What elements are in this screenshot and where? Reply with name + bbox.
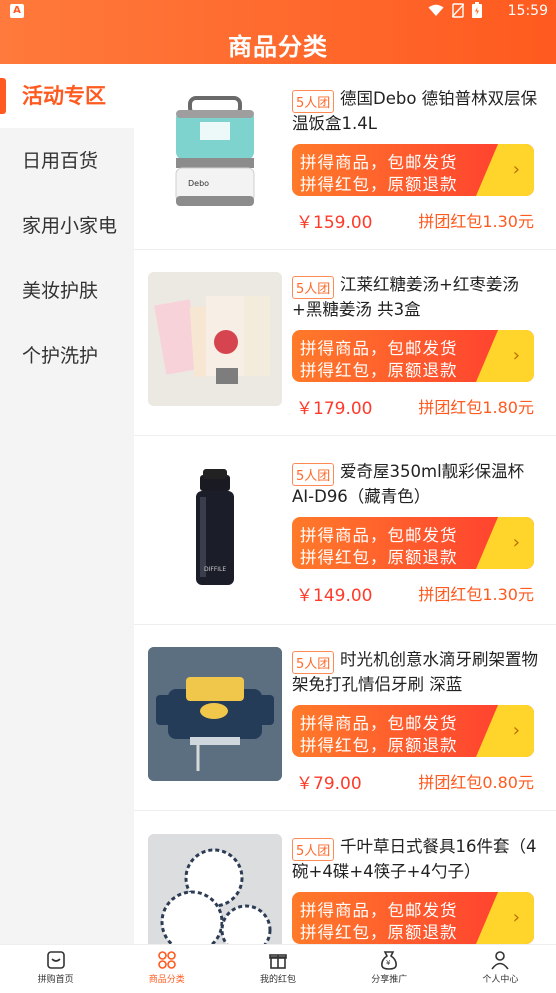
group-buy-promo-button[interactable]: 拼得商品，包邮发货 拼得红包，原额退款 › (292, 892, 534, 944)
wifi-icon (428, 4, 444, 16)
sidebar-item-label: 活动专区 (22, 84, 106, 108)
svg-text:¥: ¥ (386, 959, 391, 967)
status-time: 15:59 (507, 3, 548, 19)
promo-yellow-tab (476, 892, 534, 944)
product-image-tableware[interactable] (148, 834, 282, 944)
user-icon (491, 951, 510, 970)
svg-text:Debo: Debo (188, 179, 209, 188)
promo-yellow-tab (476, 705, 534, 757)
product-list: Debo 德国Debo 德铂普林双层保温饭盒1.4L 5人团 拼得商品，包邮发货… (134, 64, 556, 944)
group-size-badge: 5人团 (292, 276, 335, 299)
group-red-packet: 拼团红包1.30元 (418, 585, 534, 604)
status-icons (428, 2, 482, 18)
nav-item-share[interactable]: ¥ 分享推广 (334, 945, 445, 993)
share-bag-icon: ¥ (381, 951, 398, 970)
promo-line-1: 拼得商品，包邮发货 (300, 526, 458, 545)
category-sidebar: 活动专区 日用百货 家用小家电 美妆护肤 个护洗护 (0, 64, 134, 944)
group-size-badge: 5人团 (292, 463, 335, 486)
chevron-right-icon: › (512, 907, 520, 928)
sidebar-item-daily-goods[interactable]: 日用百货 (0, 129, 134, 193)
page-title: 商品分类 (228, 33, 328, 61)
product-card[interactable]: DIFFILE 爱奇屋350ml靓彩保温杯AI-D96（藏青色） 5人团 拼得商… (134, 437, 556, 625)
chevron-right-icon: › (512, 720, 520, 741)
no-sim-icon (452, 2, 464, 18)
sidebar-item-small-appliances[interactable]: 家用小家电 (0, 194, 134, 258)
product-price: ￥179.00 (296, 399, 373, 419)
product-image-toothbrush-holder[interactable] (148, 647, 282, 781)
bottom-nav: 拼购首页 商品分类 我的红包 ¥ 分享推广 个人中心 (0, 944, 556, 993)
battery-icon (472, 2, 482, 18)
nav-item-label: 我的红包 (260, 975, 297, 985)
promo-line-1: 拼得商品，包邮发货 (300, 153, 458, 172)
group-red-packet: 拼团红包1.30元 (418, 212, 534, 231)
group-size-badge: 5人团 (292, 90, 335, 113)
grid-icon (157, 951, 176, 969)
promo-line-1: 拼得商品，包邮发货 (300, 339, 458, 358)
group-red-packet: 拼团红包1.80元 (418, 398, 534, 417)
product-image-thermos[interactable]: DIFFILE (148, 459, 282, 593)
sidebar-item-personal-care[interactable]: 个护洗护 (0, 324, 134, 388)
group-buy-promo-button[interactable]: 拼得商品，包邮发货 拼得红包，原额退款 › (292, 705, 534, 757)
promo-line-2: 拼得红包，原额退款 (300, 175, 458, 194)
chevron-right-icon: › (512, 345, 520, 366)
nav-item-red-packets[interactable]: 我的红包 (222, 945, 333, 993)
sidebar-item-label: 家用小家电 (22, 215, 118, 237)
nav-item-profile[interactable]: 个人中心 (445, 945, 556, 993)
chevron-right-icon: › (512, 532, 520, 553)
group-buy-promo-button[interactable]: 拼得商品，包邮发货 拼得红包，原额退款 › (292, 330, 534, 382)
product-card[interactable]: 江莱红糖姜汤+红枣姜汤+黑糖姜汤 共3盒 5人团 拼得商品，包邮发货 拼得红包，… (134, 250, 556, 436)
home-icon (46, 951, 65, 969)
product-image-lunchbox[interactable]: Debo (148, 86, 282, 220)
group-buy-promo-button[interactable]: 拼得商品，包邮发货 拼得红包，原额退款 › (292, 517, 534, 569)
sidebar-item-label: 日用百货 (22, 150, 99, 172)
promo-line-1: 拼得商品，包邮发货 (300, 714, 458, 733)
promo-yellow-tab (476, 330, 534, 382)
product-card[interactable]: 时光机创意水滴牙刷架置物架免打孔情侣牙刷 深蓝 5人团 拼得商品，包邮发货 拼得… (134, 625, 556, 811)
nav-item-label: 拼购首页 (37, 975, 74, 985)
group-size-badge: 5人团 (292, 651, 335, 674)
group-size-badge: 5人团 (292, 838, 335, 861)
app-header: A 15:59 商品分类 (0, 0, 556, 64)
promo-line-2: 拼得红包，原额退款 (300, 361, 458, 380)
sidebar-item-activity-zone[interactable]: 活动专区 (0, 64, 134, 128)
nav-item-label: 个人中心 (482, 975, 519, 985)
promo-yellow-tab (476, 517, 534, 569)
promo-line-1: 拼得商品，包邮发货 (300, 901, 458, 920)
product-price: ￥149.00 (296, 586, 373, 606)
svg-text:DIFFILE: DIFFILE (204, 566, 226, 573)
promo-line-2: 拼得红包，原额退款 (300, 923, 458, 942)
product-price: ￥79.00 (296, 774, 362, 794)
notification-app-icon: A (10, 4, 24, 18)
nav-item-categories[interactable]: 商品分类 (111, 945, 222, 993)
promo-yellow-tab (476, 144, 534, 196)
group-red-packet: 拼团红包0.80元 (418, 773, 534, 792)
sidebar-item-beauty-skincare[interactable]: 美妆护肤 (0, 259, 134, 323)
status-bar: A 15:59 (0, 0, 556, 24)
sidebar-item-label: 个护洗护 (22, 345, 99, 367)
product-card[interactable]: Debo 德国Debo 德铂普林双层保温饭盒1.4L 5人团 拼得商品，包邮发货… (134, 64, 556, 250)
nav-item-home[interactable]: 拼购首页 (0, 945, 111, 993)
nav-item-label: 商品分类 (148, 975, 185, 985)
gift-icon (269, 954, 287, 969)
nav-item-label: 分享推广 (371, 975, 408, 985)
promo-line-2: 拼得红包，原额退款 (300, 736, 458, 755)
sidebar-item-label: 美妆护肤 (22, 280, 99, 302)
group-buy-promo-button[interactable]: 拼得商品，包邮发货 拼得红包，原额退款 › (292, 144, 534, 196)
chevron-right-icon: › (512, 159, 520, 180)
product-price: ￥159.00 (296, 213, 373, 233)
product-card[interactable]: 千叶草日式餐具16件套（4碗+4碟+4筷子+4勺子） 5人团 拼得商品，包邮发货… (134, 812, 556, 944)
product-image-tea-boxes[interactable] (148, 272, 282, 406)
promo-line-2: 拼得红包，原额退款 (300, 548, 458, 567)
